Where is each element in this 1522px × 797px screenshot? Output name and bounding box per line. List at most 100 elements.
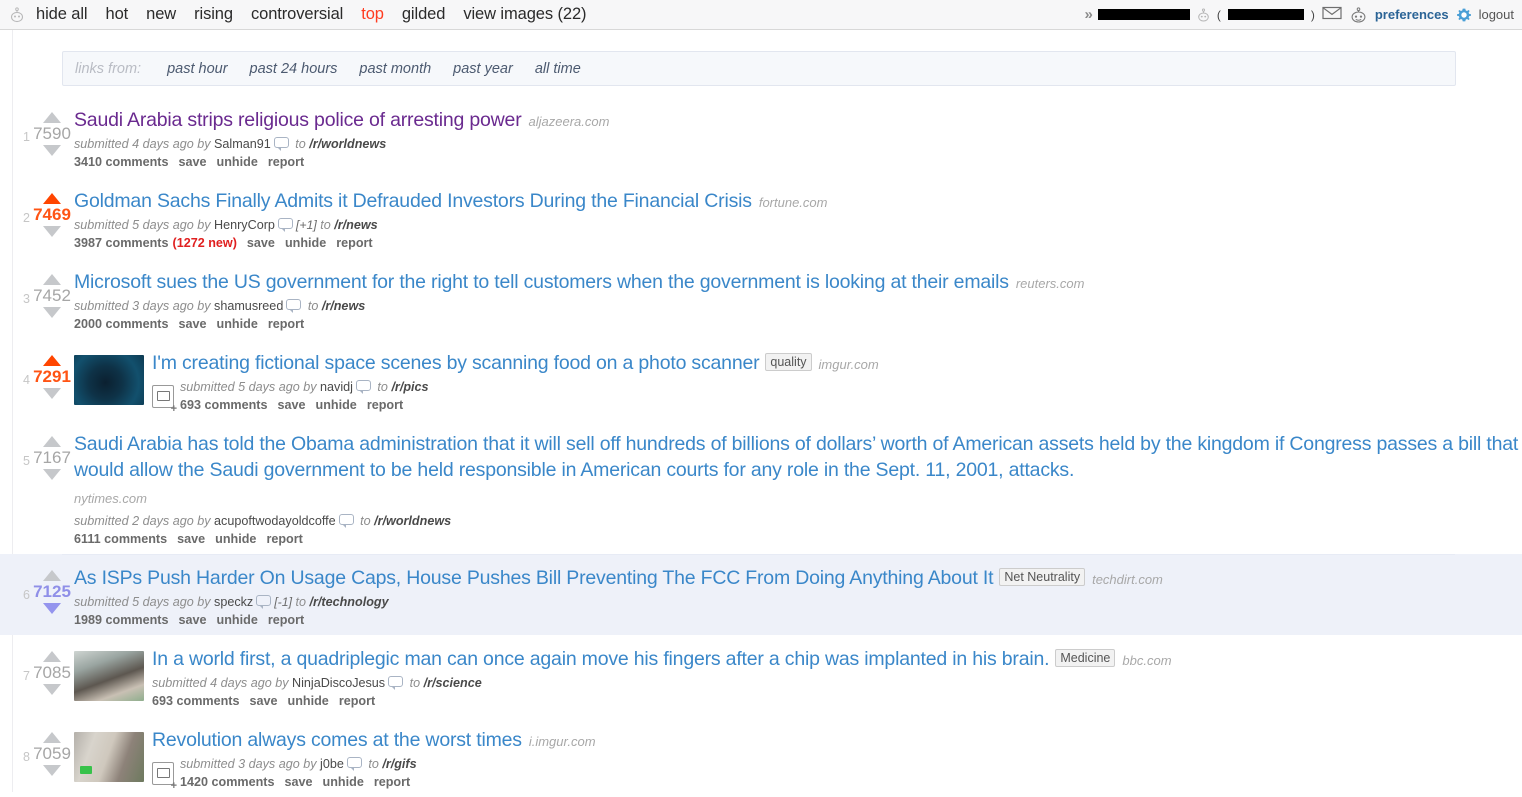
timefilter-past-24-hours[interactable]: past 24 hours bbox=[250, 61, 338, 77]
post-domain[interactable]: i.imgur.com bbox=[529, 734, 596, 749]
report-button[interactable]: report bbox=[268, 613, 304, 627]
unhide-button[interactable]: unhide bbox=[288, 694, 329, 708]
report-button[interactable]: report bbox=[374, 775, 410, 789]
report-button[interactable]: report bbox=[268, 155, 304, 169]
envelope-icon[interactable] bbox=[1322, 6, 1342, 23]
subreddit-link[interactable]: /r/news bbox=[334, 218, 377, 232]
logout-link[interactable]: logout bbox=[1479, 7, 1514, 22]
post-domain[interactable]: aljazeera.com bbox=[529, 114, 610, 129]
post-title-link[interactable]: Microsoft sues the US government for the… bbox=[74, 271, 1009, 293]
gear-icon[interactable] bbox=[1456, 7, 1472, 23]
post-author-link[interactable]: acupoftwodayoldcoffe bbox=[214, 514, 336, 528]
save-button[interactable]: save bbox=[250, 694, 278, 708]
post-thumbnail[interactable] bbox=[74, 732, 144, 782]
post-author-link[interactable]: Salman91 bbox=[214, 137, 271, 151]
save-button[interactable]: save bbox=[177, 532, 205, 546]
speech-bubble-icon[interactable] bbox=[286, 299, 302, 313]
nav-tab-hide-all[interactable]: hide all bbox=[36, 5, 88, 24]
post-title-link[interactable]: As ISPs Push Harder On Usage Caps, House… bbox=[74, 567, 994, 589]
upvote-arrow-icon[interactable] bbox=[43, 274, 61, 285]
nav-tab-rising[interactable]: rising bbox=[194, 5, 233, 24]
downvote-arrow-icon[interactable] bbox=[43, 226, 61, 237]
post-author-link[interactable]: navidj bbox=[320, 380, 353, 394]
post-title-link[interactable]: Revolution always comes at the worst tim… bbox=[152, 729, 522, 751]
unhide-button[interactable]: unhide bbox=[316, 398, 357, 412]
reddit-alien-icon-header[interactable] bbox=[1349, 6, 1368, 23]
speech-bubble-icon[interactable] bbox=[273, 137, 289, 151]
save-button[interactable]: save bbox=[285, 775, 313, 789]
upvote-arrow-icon[interactable] bbox=[43, 436, 61, 447]
upvote-arrow-icon[interactable] bbox=[43, 570, 61, 581]
post-domain[interactable]: reuters.com bbox=[1016, 276, 1085, 291]
report-button[interactable]: report bbox=[336, 236, 372, 250]
comments-link[interactable]: 693 comments bbox=[152, 694, 240, 708]
post-thumbnail[interactable] bbox=[74, 651, 144, 701]
save-button[interactable]: save bbox=[278, 398, 306, 412]
downvote-arrow-icon[interactable] bbox=[43, 684, 61, 695]
downvote-arrow-icon[interactable] bbox=[43, 603, 61, 614]
post-title-link[interactable]: I'm creating fictional space scenes by s… bbox=[152, 352, 760, 374]
post-author-link[interactable]: speckz bbox=[214, 595, 253, 609]
expand-media-icon[interactable] bbox=[152, 762, 177, 791]
speech-bubble-icon[interactable] bbox=[355, 380, 371, 394]
nav-tab-view-images[interactable]: view images (22) bbox=[463, 5, 586, 24]
preferences-link[interactable]: preferences bbox=[1375, 7, 1449, 22]
save-button[interactable]: save bbox=[247, 236, 275, 250]
unhide-button[interactable]: unhide bbox=[217, 317, 258, 331]
speech-bubble-icon[interactable] bbox=[277, 218, 293, 232]
comments-link[interactable]: 6111 comments bbox=[74, 532, 167, 546]
nav-tab-top[interactable]: top bbox=[361, 5, 384, 24]
report-button[interactable]: report bbox=[266, 532, 302, 546]
downvote-arrow-icon[interactable] bbox=[43, 765, 61, 776]
upvote-arrow-icon[interactable] bbox=[43, 355, 61, 366]
speech-bubble-icon[interactable] bbox=[338, 514, 354, 528]
upvote-arrow-icon[interactable] bbox=[43, 193, 61, 204]
downvote-arrow-icon[interactable] bbox=[43, 145, 61, 156]
comments-link[interactable]: 1420 comments bbox=[180, 775, 275, 789]
subreddit-link[interactable]: /r/science bbox=[424, 676, 482, 690]
speech-bubble-icon[interactable] bbox=[388, 676, 404, 690]
comments-link[interactable]: 693 comments bbox=[180, 398, 268, 412]
timefilter-past-year[interactable]: past year bbox=[453, 61, 513, 77]
upvote-arrow-icon[interactable] bbox=[43, 651, 61, 662]
post-domain[interactable]: fortune.com bbox=[759, 195, 828, 210]
post-title-link[interactable]: Saudi Arabia strips religious police of … bbox=[74, 109, 522, 131]
save-button[interactable]: save bbox=[179, 613, 207, 627]
report-button[interactable]: report bbox=[339, 694, 375, 708]
unhide-button[interactable]: unhide bbox=[217, 613, 258, 627]
post-author-link[interactable]: NinjaDiscoJesus bbox=[292, 676, 385, 690]
comments-link[interactable]: 3987 comments bbox=[74, 236, 169, 250]
speech-bubble-icon[interactable] bbox=[256, 595, 272, 609]
timefilter-past-hour[interactable]: past hour bbox=[167, 61, 227, 77]
post-author-link[interactable]: HenryCorp bbox=[214, 218, 275, 232]
post-domain[interactable]: nytimes.com bbox=[74, 487, 1522, 511]
downvote-arrow-icon[interactable] bbox=[43, 469, 61, 480]
expand-chevron-icon[interactable]: » bbox=[1085, 6, 1093, 23]
comments-link[interactable]: 1989 comments bbox=[74, 613, 169, 627]
upvote-arrow-icon[interactable] bbox=[43, 112, 61, 123]
unhide-button[interactable]: unhide bbox=[217, 155, 258, 169]
downvote-arrow-icon[interactable] bbox=[43, 307, 61, 318]
upvote-arrow-icon[interactable] bbox=[43, 732, 61, 743]
subreddit-link[interactable]: /r/gifs bbox=[382, 757, 416, 771]
comments-link[interactable]: 3410 comments bbox=[74, 155, 169, 169]
subreddit-link[interactable]: /r/worldnews bbox=[309, 137, 386, 151]
post-author-link[interactable]: j0be bbox=[320, 757, 344, 771]
report-button[interactable]: report bbox=[268, 317, 304, 331]
nav-tab-gilded[interactable]: gilded bbox=[402, 5, 446, 24]
post-title-link[interactable]: Goldman Sachs Finally Admits it Defraude… bbox=[74, 190, 752, 212]
timefilter-all-time[interactable]: all time bbox=[535, 61, 581, 77]
unhide-button[interactable]: unhide bbox=[285, 236, 326, 250]
expand-media-icon[interactable] bbox=[152, 385, 177, 414]
nav-tab-hot[interactable]: hot bbox=[106, 5, 129, 24]
new-comments-count[interactable]: (1272 new) bbox=[173, 236, 237, 250]
post-domain[interactable]: techdirt.com bbox=[1092, 572, 1163, 587]
comments-link[interactable]: 2000 comments bbox=[74, 317, 169, 331]
report-button[interactable]: report bbox=[367, 398, 403, 412]
post-title-link[interactable]: Saudi Arabia has told the Obama administ… bbox=[74, 433, 1518, 481]
unhide-button[interactable]: unhide bbox=[215, 532, 256, 546]
timefilter-past-month[interactable]: past month bbox=[359, 61, 431, 77]
post-title-link[interactable]: In a world first, a quadriplegic man can… bbox=[152, 648, 1050, 670]
nav-tab-new[interactable]: new bbox=[146, 5, 176, 24]
subreddit-link[interactable]: /r/pics bbox=[391, 380, 428, 394]
